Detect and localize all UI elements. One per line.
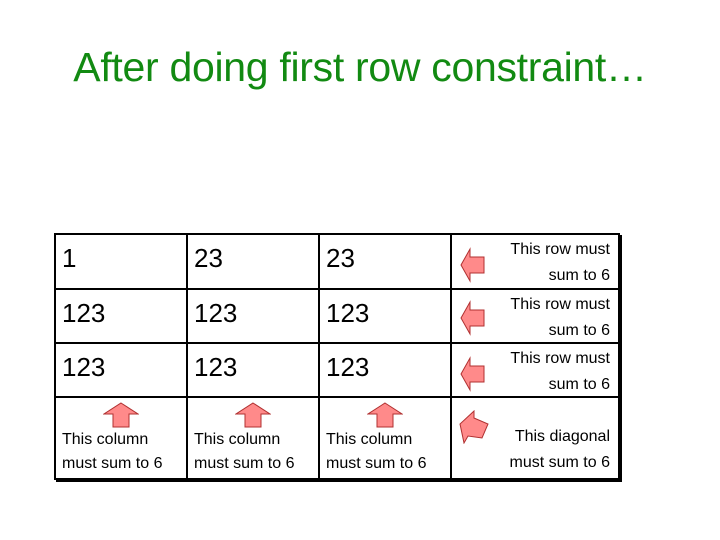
grid-cell: 123 [186, 342, 318, 396]
label-line: This row must [510, 296, 610, 313]
column-constraint-cell: This column must sum to 6 [186, 396, 318, 480]
row-constraint-label: This row must sum to 6 [510, 237, 610, 289]
row-constraint-label: This row must sum to 6 [510, 346, 610, 398]
grid-cell: 123 [318, 288, 450, 342]
diagonal-arrow-icon [459, 410, 489, 444]
column-constraint-label: This column must sum to 6 [194, 428, 294, 476]
row-constraint-label: This row must sum to 6 [510, 292, 610, 344]
column-constraint-label: This column must sum to 6 [326, 428, 426, 476]
grid-cell: 123 [54, 342, 186, 396]
cell-value: 1 [62, 243, 77, 273]
grid-cell: 123 [54, 288, 186, 342]
label-line: must sum to 6 [62, 455, 163, 472]
label-line: must sum to 6 [194, 455, 295, 472]
cell-value: 23 [326, 243, 355, 273]
constraint-grid: 1 23 23 This row must sum to 6 123 123 12… [54, 233, 620, 480]
label-line: sum to 6 [548, 322, 610, 339]
up-arrow-icon [235, 402, 271, 428]
cell-value: 123 [326, 352, 370, 382]
column-constraint-label: This column must sum to 6 [62, 428, 162, 476]
cell-value: 123 [194, 352, 238, 382]
grid-cell: 123 [186, 288, 318, 342]
column-constraint-cell: This column must sum to 6 [318, 396, 450, 480]
grid-cell: 1 [54, 233, 186, 288]
cell-value: 123 [62, 298, 106, 328]
cell-value: 23 [194, 243, 223, 273]
row-constraint-cell: This row must sum to 6 [450, 288, 620, 342]
cell-value: 123 [62, 352, 106, 382]
cell-value: 123 [326, 298, 370, 328]
grid-cell: 23 [318, 233, 450, 288]
cell-value: 123 [194, 298, 238, 328]
label-line: This diagonal [514, 428, 610, 445]
slide-title: After doing first row constraint… [73, 44, 647, 90]
label-line: sum to 6 [548, 376, 610, 393]
up-arrow-icon [103, 402, 139, 428]
diagonal-constraint-label: This diagonal must sum to 6 [510, 424, 610, 476]
up-arrow-icon [367, 402, 403, 428]
label-line: This row must [510, 350, 610, 367]
column-constraint-cell: This column must sum to 6 [54, 396, 186, 480]
left-arrow-icon [460, 356, 485, 392]
grid-cell: 23 [186, 233, 318, 288]
left-arrow-icon [460, 247, 485, 283]
label-line: must sum to 6 [326, 455, 427, 472]
label-line: This column [62, 431, 149, 448]
label-line: This column [194, 431, 281, 448]
left-arrow-icon [460, 300, 485, 336]
label-line: sum to 6 [548, 267, 610, 284]
grid-cell: 123 [318, 342, 450, 396]
label-line: This row must [510, 241, 610, 258]
row-constraint-cell: This row must sum to 6 [450, 342, 620, 396]
diagonal-constraint-cell: This diagonal must sum to 6 [450, 396, 620, 480]
label-line: This column [326, 431, 413, 448]
label-line: must sum to 6 [509, 454, 610, 471]
row-constraint-cell: This row must sum to 6 [450, 233, 620, 288]
